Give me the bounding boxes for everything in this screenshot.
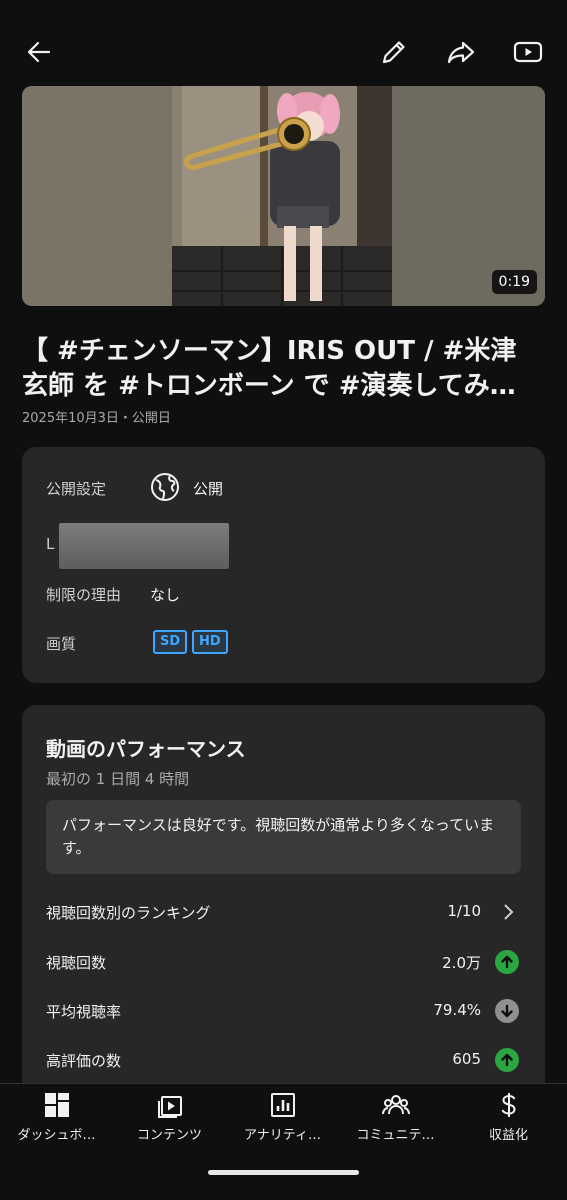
back-arrow-icon bbox=[27, 41, 51, 63]
nav-content[interactable]: コンテンツ bbox=[113, 1092, 226, 1154]
performance-title: 動画のパフォーマンス bbox=[46, 737, 246, 761]
nav-label: 収益化 bbox=[488, 1128, 528, 1143]
dashboard-icon bbox=[44, 1093, 69, 1117]
community-icon bbox=[381, 1095, 410, 1115]
metric-value: 605 bbox=[452, 1050, 481, 1068]
metric-label: 高評価の数 bbox=[46, 1052, 122, 1070]
publish-date: 2025年10月3日・公開日 bbox=[22, 411, 171, 426]
nav-label: ダッシュボ… bbox=[17, 1128, 96, 1143]
visibility-setting[interactable] bbox=[150, 472, 180, 502]
metric-row-avg-view-rate: 平均視聴率 79.4% bbox=[22, 997, 545, 1027]
performance-period: 最初の 1 日間 4 時間 bbox=[46, 770, 190, 788]
performance-message: パフォーマンスは良好です。視聴回数が通常より多くなっています。 bbox=[46, 800, 521, 874]
analytics-icon bbox=[270, 1093, 295, 1117]
nav-label: アナリティ… bbox=[244, 1128, 321, 1143]
metric-row-likes: 高評価の数 605 bbox=[22, 1046, 545, 1076]
globe-icon bbox=[151, 473, 179, 501]
nav-dashboard[interactable]: ダッシュボ… bbox=[0, 1092, 113, 1154]
restriction-label: 制限の理由 bbox=[46, 586, 122, 604]
metric-label: 平均視聴率 bbox=[46, 1003, 122, 1021]
monetization-icon bbox=[501, 1093, 516, 1117]
duration-badge: 0:19 bbox=[491, 270, 537, 294]
metric-value: 2.0万 bbox=[442, 954, 481, 972]
nav-label: コンテンツ bbox=[136, 1128, 202, 1143]
nav-label: コミュニテ… bbox=[356, 1128, 435, 1143]
video-details-card: 公開設定 公開 L 制限の理由 なし 画質 SD HD bbox=[22, 447, 545, 683]
pencil-icon bbox=[382, 41, 405, 64]
redaction-block bbox=[59, 523, 229, 569]
trend-up-icon bbox=[495, 1048, 519, 1072]
video-thumbnail[interactable]: 0:19 bbox=[22, 86, 545, 306]
thumbnail-image bbox=[22, 86, 545, 306]
home-indicator[interactable] bbox=[208, 1170, 359, 1175]
youtube-icon bbox=[513, 41, 543, 63]
top-app-bar bbox=[0, 0, 567, 92]
share-button[interactable] bbox=[439, 30, 483, 74]
nav-community[interactable]: コミュニテ… bbox=[339, 1092, 452, 1154]
visibility-label: 公開設定 bbox=[46, 480, 107, 498]
metric-label: 視聴回数 bbox=[46, 954, 107, 972]
metric-value: 1/10 bbox=[447, 902, 481, 920]
video-title: 【 #チェンソーマン】IRIS OUT / #米津 玄師 を #トロンボーン で… bbox=[22, 334, 542, 404]
back-button[interactable] bbox=[17, 30, 61, 74]
metric-row-views: 視聴回数 2.0万 bbox=[22, 948, 545, 978]
edit-button[interactable] bbox=[372, 30, 416, 74]
content-icon bbox=[157, 1096, 182, 1118]
chevron-right-icon bbox=[504, 904, 514, 920]
metric-value: 79.4% bbox=[433, 1001, 481, 1019]
video-title-line1: 【 #チェンソーマン】IRIS OUT / #米津 bbox=[22, 336, 517, 366]
video-title-line2: 玄師 を #トロンボーン で #演奏してみ… bbox=[22, 371, 516, 401]
trend-down-icon bbox=[495, 999, 519, 1023]
restriction-value: なし bbox=[150, 586, 181, 604]
hidden-row-label: L bbox=[46, 535, 55, 553]
hd-badge: HD bbox=[192, 630, 228, 654]
nav-monetization[interactable]: 収益化 bbox=[452, 1092, 565, 1154]
bottom-navigation: ダッシュボ… コンテンツ アナリティ… コミュニテ… 収益化 bbox=[0, 1083, 567, 1200]
metric-row-ranking[interactable]: 視聴回数別のランキング 1/10 bbox=[22, 898, 545, 928]
share-icon bbox=[447, 41, 475, 64]
quality-label: 画質 bbox=[46, 635, 77, 653]
nav-analytics[interactable]: アナリティ… bbox=[226, 1092, 339, 1154]
youtube-button[interactable] bbox=[506, 30, 550, 74]
performance-card: 動画のパフォーマンス 最初の 1 日間 4 時間 パフォーマンスは良好です。視聴… bbox=[22, 705, 545, 1125]
metric-label: 視聴回数別のランキング bbox=[46, 904, 211, 922]
sd-badge: SD bbox=[153, 630, 188, 654]
visibility-value: 公開 bbox=[193, 480, 224, 498]
trend-up-icon bbox=[495, 950, 519, 974]
